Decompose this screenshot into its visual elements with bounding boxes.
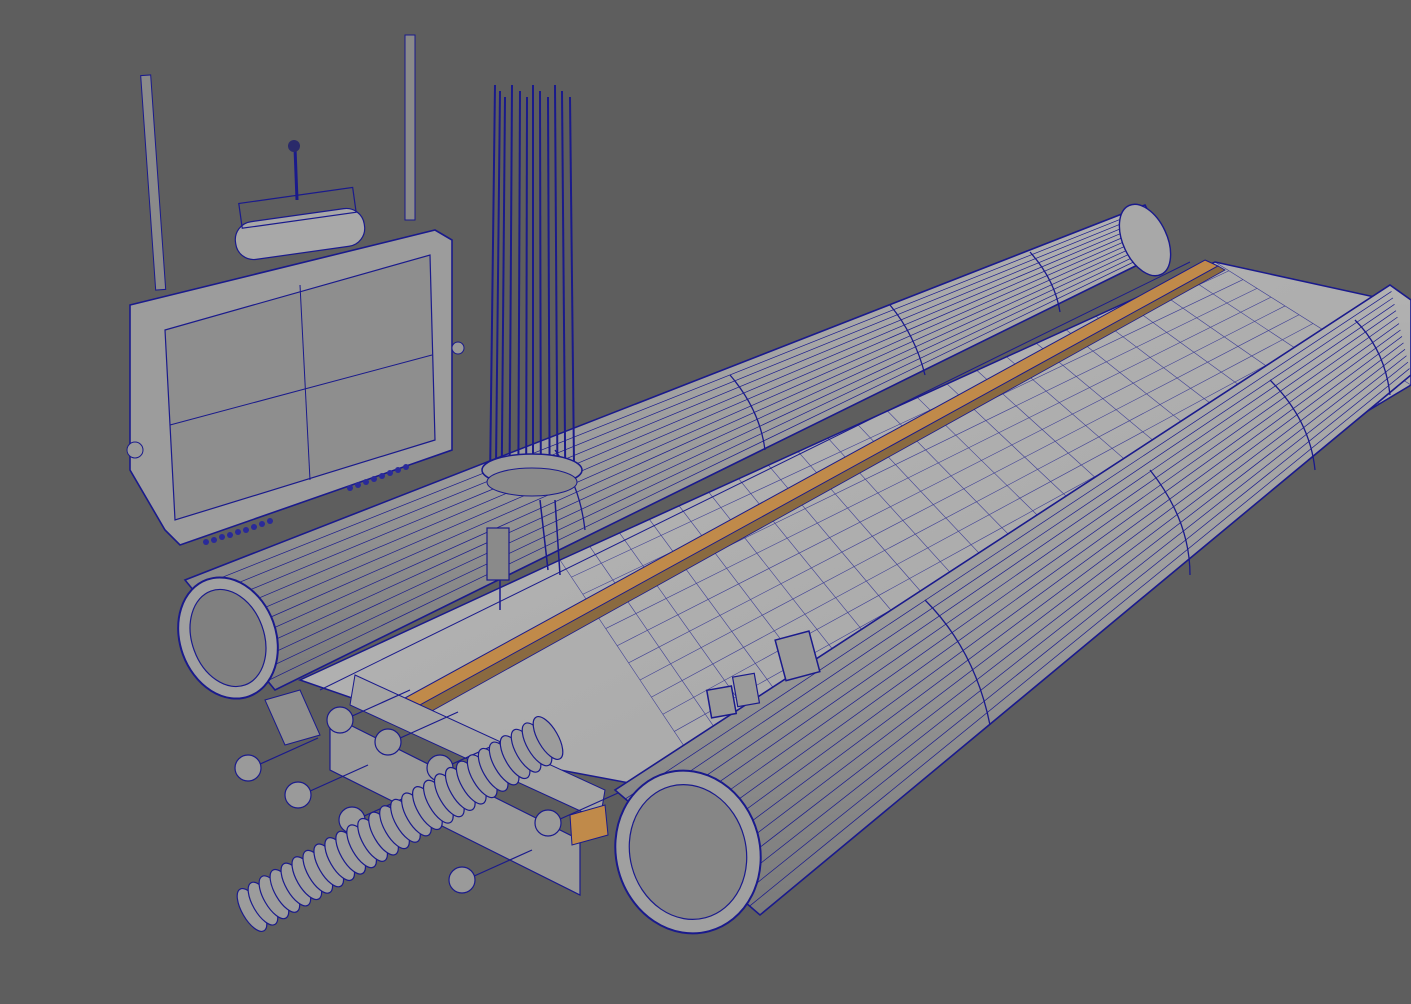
viewport-canvas[interactable] (0, 0, 1411, 1004)
3d-viewport[interactable] (0, 0, 1411, 1004)
monitor-panel[interactable] (126, 34, 465, 546)
